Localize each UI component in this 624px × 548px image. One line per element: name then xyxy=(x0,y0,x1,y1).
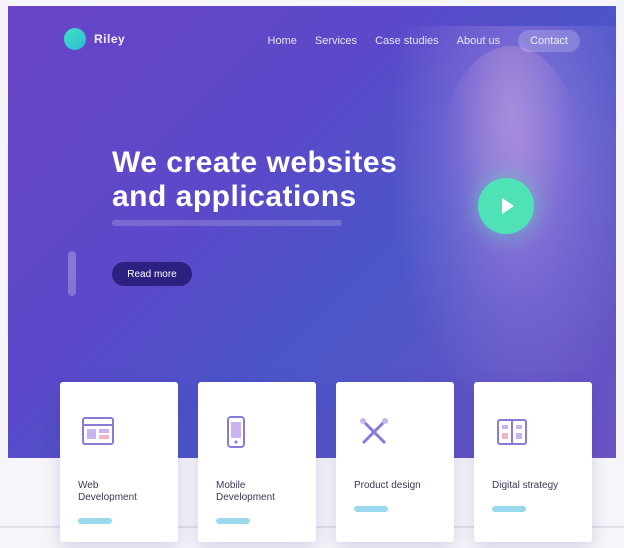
nav-item-home[interactable]: Home xyxy=(268,35,297,47)
landing-page: Riley Home Services Case studies About u… xyxy=(0,0,624,548)
service-card-link[interactable] xyxy=(354,506,388,512)
service-card-link[interactable] xyxy=(492,506,526,512)
service-card-link[interactable] xyxy=(216,518,250,524)
brand-name: Riley xyxy=(94,32,126,46)
nav-item-case-studies[interactable]: Case studies xyxy=(375,35,439,47)
grid-layout-icon xyxy=(78,412,118,452)
hero-person-image xyxy=(436,46,586,306)
services-cards: Web Development Mobile Development Produ… xyxy=(60,382,592,542)
service-card[interactable]: Digital strategy xyxy=(474,382,592,542)
logo-mark-icon xyxy=(64,28,86,50)
service-card[interactable]: Web Development xyxy=(60,382,178,542)
nav-item-services[interactable]: Services xyxy=(315,35,357,47)
play-icon xyxy=(502,198,514,214)
hero-headline-line-2: and applications xyxy=(112,180,357,213)
mobile-icon xyxy=(216,412,256,452)
hero-subtitle xyxy=(112,220,342,226)
service-card-link[interactable] xyxy=(78,518,112,524)
main-nav: Home Services Case studies About us Cont… xyxy=(268,30,580,52)
play-video-button[interactable] xyxy=(478,178,534,234)
brand-logo[interactable]: Riley xyxy=(64,28,125,50)
hero-headline: We create websites and applications xyxy=(112,146,397,214)
service-card-title: Product design xyxy=(354,480,421,491)
hero-read-more-button[interactable]: Read more xyxy=(112,262,192,286)
service-card-title: Mobile Development xyxy=(216,480,275,503)
service-card-title: Digital strategy xyxy=(492,480,559,491)
service-card[interactable]: Product design xyxy=(336,382,454,542)
service-card[interactable]: Mobile Development xyxy=(198,382,316,542)
tools-icon xyxy=(354,412,394,452)
service-card-title: Web Development xyxy=(78,480,137,503)
strategy-icon xyxy=(492,412,532,452)
nav-contact-button[interactable]: Contact xyxy=(518,30,580,52)
nav-item-about[interactable]: About us xyxy=(457,35,500,47)
hero-headline-line-1: We create websites xyxy=(112,146,398,179)
slider-indicator[interactable] xyxy=(68,251,76,296)
